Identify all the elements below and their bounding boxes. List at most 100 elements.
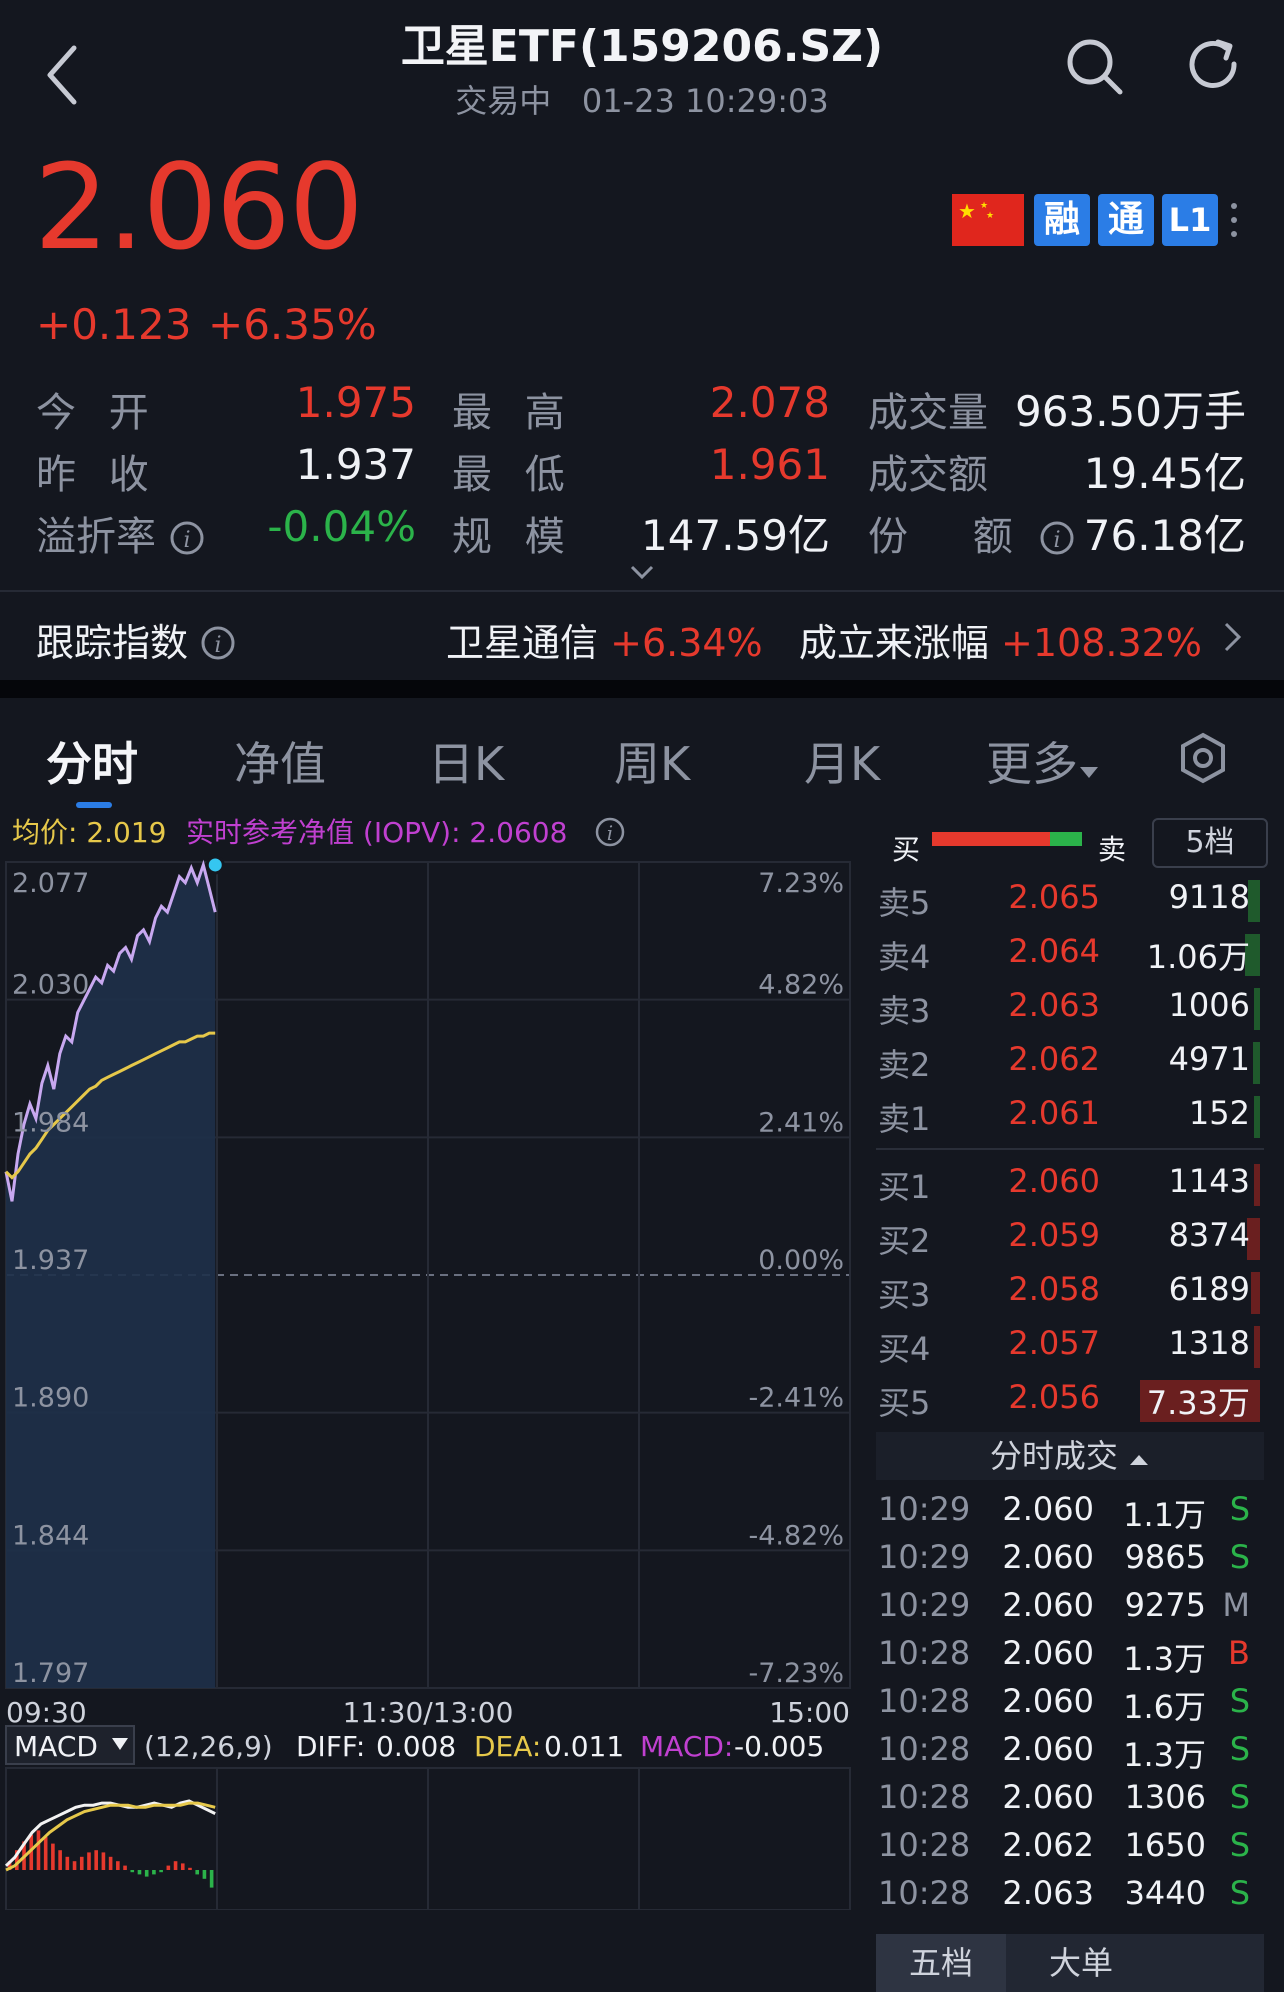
macd-bar [144,1870,149,1877]
level-price: 2.061 [1008,1094,1100,1132]
tick-side: S [1229,1490,1250,1528]
y-price-tick: 1.844 [12,1520,89,1551]
search-icon[interactable] [1062,34,1126,98]
buy-sell-ratio-bar [932,832,1082,846]
settings-icon[interactable] [1178,732,1228,784]
macd-bar [188,1867,192,1870]
y-pct-tick: -4.82% [748,1520,844,1551]
low-label: 最 低 [452,452,575,498]
tab-large-orders[interactable]: 大单 [1016,1934,1146,1992]
level-price: 2.063 [1008,986,1100,1024]
info-icon[interactable]: i [595,817,625,847]
macd-bar [202,1870,207,1879]
level-price: 2.065 [1008,878,1100,916]
avg-price-label: 均价: 2.019 [12,816,167,849]
bid-row[interactable]: 买2 2.059 8374 [876,1214,1264,1264]
level-volume: 1143 [1168,1162,1250,1200]
level-label: 买5 [878,1384,931,1422]
level-badge[interactable]: L1 [1162,194,1218,246]
tab-more[interactable]: 更多 [986,728,1100,794]
tick-vol: 1.1万 [1123,1496,1206,1534]
bid-row[interactable]: 买4 2.057 1318 [876,1322,1264,1372]
volume-value: 963.50万手 [1015,387,1246,436]
macd-bar [79,1856,84,1870]
macd-bar [209,1870,214,1888]
svg-text:★: ★ [980,201,988,211]
chevron-right-icon[interactable] [1222,620,1244,654]
level-price: 2.057 [1008,1324,1100,1362]
tick-price: 2.060 [1002,1730,1094,1768]
macd-label: MACD [14,1730,98,1763]
tick-row: 10:28 2.062 1650 S [876,1826,1264,1872]
intraday-chart[interactable]: 均价: 2.019 实时参考净值 (IOPV): 2.0608 i 2.077 7… [0,810,860,1910]
level-volume: 1318 [1168,1324,1250,1362]
svg-text:i: i [215,633,222,658]
ask-row[interactable]: 卖5 2.065 9118 [876,876,1264,926]
price-change-pct: +6.35% [208,300,377,349]
high-label: 最 高 [452,390,575,436]
tracking-index-label: 跟踪指数 i [36,612,236,667]
ticks-header[interactable]: 分时成交 [876,1432,1264,1480]
level-label: 卖3 [878,992,931,1030]
macd-bar [94,1850,98,1870]
macd-bar [180,1863,185,1870]
tick-row: 10:29 2.060 9275 M [876,1586,1264,1632]
bottom-tabs: 五档 大单 [876,1934,1264,1992]
y-pct-tick: -7.23% [748,1658,844,1689]
tick-side: S [1229,1874,1250,1912]
level-label: 买1 [878,1168,931,1206]
china-flag-icon: ★ ★ ★ [952,194,1024,246]
ask-row[interactable]: 卖1 2.061 152 [876,1092,1264,1142]
premium-label-text: 溢折率 [36,514,156,560]
tick-side: S [1229,1730,1250,1768]
refresh-icon[interactable] [1182,34,1246,98]
expand-chevron-icon[interactable] [628,562,656,582]
tab-nav[interactable]: 净值 [234,728,326,794]
tick-row: 10:28 2.063 3440 S [876,1874,1264,1920]
level-volume: 8374 [1168,1216,1250,1254]
bid-row[interactable]: 买5 2.056 7.33万 [876,1376,1264,1426]
macd-bar [195,1870,200,1875]
volume-bar [1254,988,1260,1030]
five-levels-button[interactable]: 5档 [1152,818,1268,868]
more-dots-icon[interactable] [1226,194,1242,246]
y-price-tick: 1.890 [12,1383,89,1414]
buy-label: 买 [892,833,921,866]
tick-side: S [1229,1538,1250,1576]
amount-label: 成交额 [868,452,988,498]
macd-bar [159,1870,163,1873]
low-value: 1.961 [709,440,830,489]
last-price: 2.060 [34,138,364,276]
ask-row[interactable]: 卖4 2.064 1.06万 [876,930,1264,980]
level-label: 买2 [878,1222,931,1260]
premium-value: -0.04% [267,502,416,551]
tick-time: 10:28 [878,1874,971,1912]
divider [0,590,1284,592]
margin-badge[interactable]: 融 [1034,194,1090,246]
shares-value: 76.18亿 [1083,511,1246,560]
bid-row[interactable]: 买3 2.058 6189 [876,1268,1264,1318]
sell-label: 卖 [1098,833,1127,866]
info-icon[interactable]: i [200,625,236,661]
tab-monthly-k[interactable]: 月K [804,728,880,794]
caret-down-icon [1080,767,1098,778]
tab-five-levels[interactable]: 五档 [876,1934,1006,1992]
bid-row[interactable]: 买1 2.060 1143 [876,1160,1264,1210]
scale-label: 规 模 [452,514,575,560]
tab-weekly-k[interactable]: 周K [614,728,690,794]
y-pct-tick: 0.00% [758,1245,844,1276]
ask-row[interactable]: 卖2 2.062 4971 [876,1038,1264,1088]
tick-vol: 1.3万 [1123,1640,1206,1678]
level-price: 2.064 [1008,932,1100,970]
macd-header[interactable]: MACD [5,1725,135,1765]
y-pct-tick: 7.23% [758,868,844,899]
level-label: 买3 [878,1276,931,1314]
tick-price: 2.060 [1002,1682,1094,1720]
macd-bar [123,1865,127,1870]
info-icon[interactable]: i [169,520,205,556]
tab-daily-k[interactable]: 日K [428,728,504,794]
tab-intraday[interactable]: 分时 [46,728,138,794]
ask-row[interactable]: 卖3 2.063 1006 [876,984,1264,1034]
connect-badge[interactable]: 通 [1098,194,1154,246]
tracking-index-row[interactable]: 卫星通信 +6.34% 成立来涨幅 +108.32% [446,612,1202,667]
